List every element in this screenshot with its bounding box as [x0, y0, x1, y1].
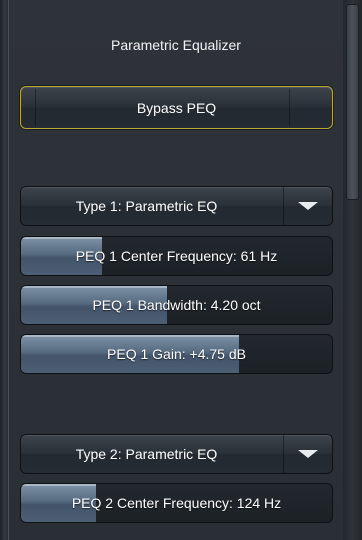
slider-label: PEQ 1 Center Frequency: 61 Hz [75, 248, 278, 264]
slider-label: PEQ 1 Gain: +4.75 dB [107, 346, 246, 362]
bypass-peq-label: Bypass PEQ [136, 99, 217, 116]
slider-label: PEQ 1 Bandwidth: 4.20 oct [92, 297, 261, 313]
bypass-peq-button[interactable]: Bypass PEQ [20, 86, 333, 129]
peq2-type-label: Type 2: Parametric EQ [75, 446, 218, 462]
chevron-down-icon [298, 202, 318, 210]
peq2-center-frequency-slider[interactable]: PEQ 2 Center Frequency: 124 Hz [20, 483, 333, 523]
peq1-type-label: Type 1: Parametric EQ [75, 198, 218, 214]
peq1-bandwidth-slider[interactable]: PEQ 1 Bandwidth: 4.20 oct [20, 285, 333, 325]
chevron-down-icon [298, 450, 318, 458]
peq1-center-frequency-slider[interactable]: PEQ 1 Center Frequency: 61 Hz [20, 236, 333, 276]
button-divider [35, 89, 36, 126]
scrollbar-thumb[interactable] [346, 4, 359, 200]
section-title: Parametric Equalizer [111, 37, 241, 53]
peq2-type-dropdown[interactable]: Type 2: Parametric EQ [20, 434, 333, 474]
peq1-gain-slider[interactable]: PEQ 1 Gain: +4.75 dB [20, 334, 333, 374]
peq1-type-dropdown[interactable]: Type 1: Parametric EQ [20, 186, 333, 226]
slider-label: PEQ 2 Center Frequency: 124 Hz [71, 495, 282, 511]
dropdown-toggle[interactable] [283, 187, 332, 225]
button-divider [289, 89, 290, 126]
dropdown-toggle[interactable] [283, 435, 332, 473]
